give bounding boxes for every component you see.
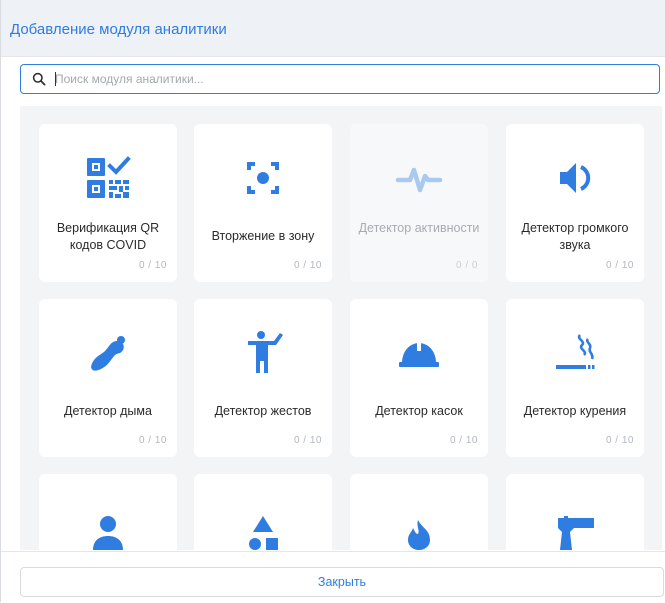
person-icon xyxy=(83,506,133,550)
smoking-icon xyxy=(550,331,600,375)
zone-focus-icon xyxy=(238,156,288,200)
module-card-shapes[interactable] xyxy=(194,474,332,550)
pistol-icon xyxy=(550,506,600,550)
module-label: Детектор жестов xyxy=(214,404,312,418)
dialog-footer: Закрыть xyxy=(1,551,665,603)
dialog-title: Добавление модуля аналитики xyxy=(10,21,227,38)
module-card-loud-sound-detector[interactable]: Детектор громкого звука 0 / 10 xyxy=(506,124,644,282)
search-box[interactable] xyxy=(20,64,660,94)
module-count: 0 / 10 xyxy=(449,435,478,446)
module-label: Детектор громкого звука xyxy=(521,221,629,252)
close-button[interactable]: Закрыть xyxy=(20,567,664,597)
module-card-weapon[interactable] xyxy=(506,474,644,550)
smoke-icon xyxy=(83,331,133,375)
module-card-activity-detector[interactable]: Детектор активности 0 / 0 xyxy=(350,124,488,282)
module-label: Детектор касок xyxy=(375,404,463,418)
module-count: 0 / 10 xyxy=(605,435,634,446)
qr-check-icon xyxy=(83,156,133,200)
hard-hat-icon xyxy=(394,331,444,375)
module-card-fire[interactable] xyxy=(350,474,488,550)
fire-icon xyxy=(394,506,444,550)
module-card-qr-verification[interactable]: Верификация QR кодов COVID 0 / 10 xyxy=(39,124,177,282)
gesture-person-icon xyxy=(238,331,288,375)
module-card-smoking-detector[interactable]: Детектор курения 0 / 10 xyxy=(506,299,644,457)
module-card-hard-hat-detector[interactable]: Детектор касок 0 / 10 xyxy=(350,299,488,457)
module-grid[interactable]: Верификация QR кодов COVID 0 / 10 Вторже… xyxy=(20,106,662,550)
module-count: 0 / 10 xyxy=(138,260,167,271)
module-card-smoke-detector[interactable]: Детектор дыма 0 / 10 xyxy=(39,299,177,457)
text-caret xyxy=(55,72,56,86)
module-count: 0 / 0 xyxy=(456,260,478,271)
module-label: Верификация QR кодов COVID xyxy=(56,221,160,252)
module-card-person[interactable] xyxy=(39,474,177,550)
module-count: 0 / 10 xyxy=(605,260,634,271)
module-label: Вторжение в зону xyxy=(211,229,315,243)
module-count: 0 / 10 xyxy=(138,435,167,446)
module-card-gesture-detector[interactable]: Детектор жестов 0 / 10 xyxy=(194,299,332,457)
dialog-header: Добавление модуля аналитики xyxy=(1,0,665,57)
search-input[interactable] xyxy=(55,69,645,89)
module-label: Детектор дыма xyxy=(64,404,152,418)
loud-sound-icon xyxy=(550,156,600,200)
module-count: 0 / 10 xyxy=(293,260,322,271)
module-label: Детектор активности xyxy=(358,221,480,235)
module-count: 0 / 10 xyxy=(293,435,322,446)
shapes-icon xyxy=(238,506,288,550)
module-card-zone-intrusion[interactable]: Вторжение в зону 0 / 10 xyxy=(194,124,332,282)
module-label: Детектор курения xyxy=(523,404,627,418)
activity-pulse-icon xyxy=(394,156,444,200)
search-icon xyxy=(32,72,46,86)
add-analytics-module-dialog: Добавление модуля аналитики Поиск модуля… xyxy=(0,0,665,603)
